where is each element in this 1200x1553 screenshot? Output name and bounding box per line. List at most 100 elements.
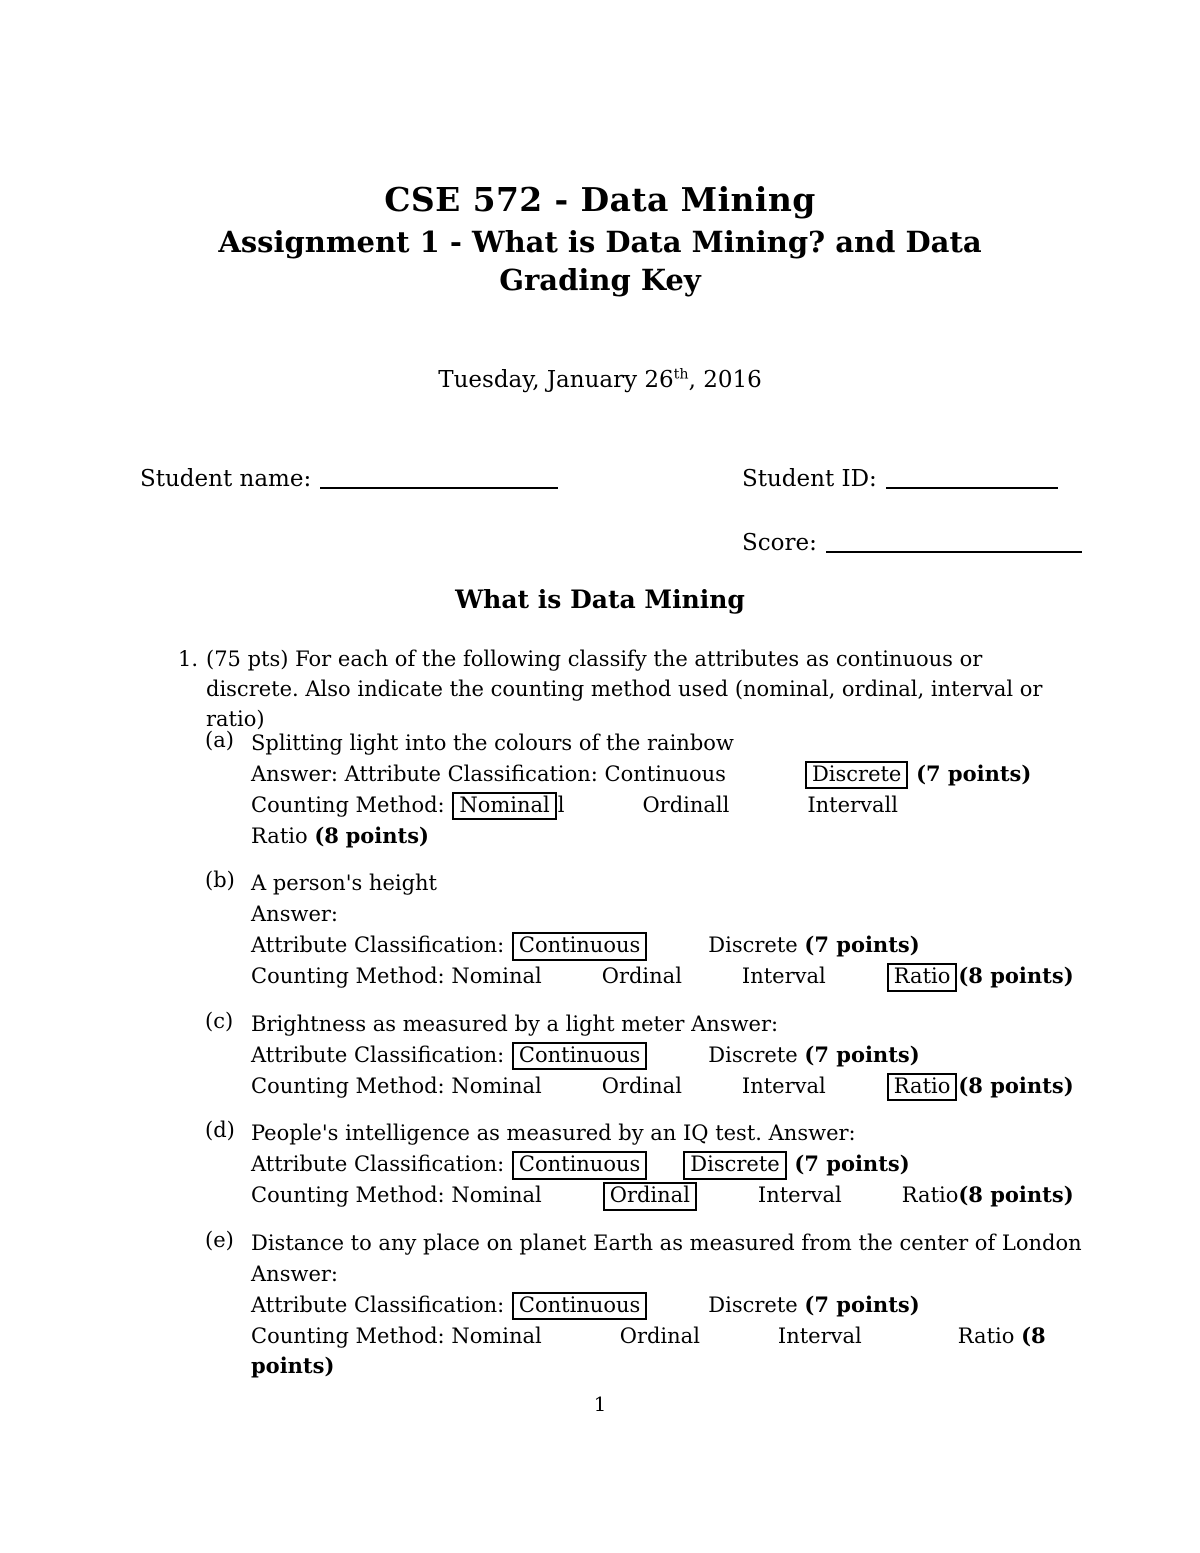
item-d-option-ordinal-selected[interactable]: Ordinal bbox=[602, 1182, 697, 1211]
item-d-counting-row: Counting Method: Nominal Ordinal Interval R… bbox=[251, 1180, 1074, 1211]
student-name-label: Student name: bbox=[140, 466, 312, 492]
page-number: 1 bbox=[593, 1392, 607, 1416]
item-a: (a) Splitting light into the colours of … bbox=[205, 728, 1050, 851]
item-c-option-nominal[interactable]: Nominal bbox=[451, 1074, 541, 1098]
item-c-classification-label: Attribute Classification: bbox=[251, 1042, 505, 1067]
item-a-option-continuous[interactable]: Continuous bbox=[605, 762, 726, 786]
student-name-blank[interactable] bbox=[320, 487, 559, 489]
question-1: 1. (75 pts) For each of the following cl… bbox=[168, 645, 1043, 734]
item-e-label: (e) bbox=[205, 1228, 234, 1253]
student-id-blank[interactable] bbox=[885, 487, 1058, 489]
student-id-field[interactable]: Student ID: bbox=[742, 466, 1058, 492]
item-b-option-discrete[interactable]: Discrete bbox=[708, 933, 797, 957]
item-a-option-ratio[interactable]: Ratio bbox=[251, 824, 308, 848]
assignment-title: Assignment 1 - What is Data Mining? and … bbox=[140, 224, 1060, 299]
item-b-label: (b) bbox=[205, 868, 235, 893]
item-a-prompt: Splitting light into the colours of the … bbox=[251, 731, 734, 755]
question-1-items: (a) Splitting light into the colours of … bbox=[205, 728, 1082, 1399]
item-e: (e) Distance to any place on planet Eart… bbox=[205, 1228, 1082, 1383]
item-a-artifact-3: l bbox=[891, 792, 898, 817]
item-c-option-discrete[interactable]: Discrete bbox=[708, 1043, 797, 1067]
item-b-option-ratio-selected[interactable]: Ratio bbox=[886, 963, 958, 992]
item-d-option-discrete-selected[interactable]: Discrete bbox=[683, 1151, 787, 1180]
student-id-label: Student ID: bbox=[742, 466, 877, 492]
item-a-counting-label: Counting Method: bbox=[251, 792, 445, 817]
item-c-option-ratio-selected[interactable]: Ratio bbox=[886, 1072, 958, 1102]
student-name-field[interactable]: Student name: bbox=[140, 466, 559, 492]
date-ordinal-suffix: th bbox=[673, 366, 689, 383]
item-c-label: (c) bbox=[205, 1008, 234, 1033]
item-b-answer-label: Answer: bbox=[251, 902, 338, 927]
item-d-prompt: People's intelligence as measured by an … bbox=[251, 1121, 856, 1146]
item-d-label: (d) bbox=[205, 1118, 235, 1143]
item-a-option-ordinal[interactable]: Ordinal bbox=[642, 793, 722, 817]
item-b-classification-label: Attribute Classification: bbox=[251, 933, 505, 958]
item-b-option-interval[interactable]: Interval bbox=[742, 964, 826, 988]
item-d-classification-row: Attribute Classification: Continuous Disc… bbox=[251, 1149, 1050, 1180]
item-b-option-continuous-selected[interactable]: Continuous bbox=[511, 932, 648, 961]
item-d-option-interval[interactable]: Interval bbox=[758, 1183, 842, 1207]
item-e-prompt: Distance to any place on planet Earth as… bbox=[251, 1231, 1082, 1256]
item-d-points-7: (7 points) bbox=[794, 1151, 910, 1177]
item-e-counting-label: Counting Method: bbox=[251, 1323, 445, 1348]
score-field[interactable]: Score: bbox=[742, 530, 1082, 556]
item-c-points-7: (7 points) bbox=[804, 1041, 920, 1067]
item-a-option-discrete-selected[interactable]: Discrete bbox=[804, 760, 909, 790]
item-b-points-7: (7 points) bbox=[804, 932, 920, 958]
question-1-number: 1. bbox=[177, 647, 198, 671]
item-a-classification-row: Answer: Attribute Classification: Contin… bbox=[251, 759, 1050, 790]
item-c: (c) Brightness as measured by a light me… bbox=[205, 1008, 1074, 1102]
item-a-counting-row: Counting Method: Nominal l Ordinall Interva… bbox=[251, 790, 1050, 852]
item-c-counting-label: Counting Method: bbox=[251, 1073, 445, 1098]
item-b-option-ordinal[interactable]: Ordinal bbox=[602, 964, 682, 988]
score-blank[interactable] bbox=[825, 551, 1082, 553]
title-block: CSE 572 - Data Mining Assignment 1 - Wha… bbox=[140, 180, 1060, 300]
item-a-label: (a) bbox=[205, 728, 234, 752]
item-d-option-ratio[interactable]: Ratio bbox=[902, 1183, 959, 1207]
item-e-points-8-close: points) bbox=[251, 1353, 335, 1379]
item-d-option-continuous-selected[interactable]: Continuous bbox=[511, 1151, 648, 1180]
item-d-counting-label: Counting Method: bbox=[251, 1183, 445, 1208]
item-c-points-8: (8 points) bbox=[958, 1072, 1074, 1098]
item-c-classification-row: Attribute Classification: Continuous Disc… bbox=[251, 1040, 1050, 1071]
course-title: CSE 572 - Data Mining bbox=[384, 180, 816, 219]
item-e-points-8-open: (8 bbox=[1021, 1322, 1046, 1348]
date-line: Tuesday, January 26th, 2016 bbox=[140, 367, 1060, 393]
item-a-artifact-2: l bbox=[722, 792, 730, 817]
item-e-counting-row: Counting Method: Nominal Ordinal Interval R… bbox=[251, 1321, 1050, 1383]
item-e-option-discrete[interactable]: Discrete bbox=[708, 1293, 797, 1317]
item-d-points-8: (8 points) bbox=[958, 1182, 1074, 1208]
item-a-option-interval[interactable]: Interval bbox=[807, 793, 891, 817]
item-c-option-continuous-selected[interactable]: Continuous bbox=[511, 1041, 648, 1071]
date-year: , 2016 bbox=[688, 367, 762, 393]
item-b: (b) A person's height Answer: Attribute … bbox=[205, 868, 1074, 992]
score-label: Score: bbox=[742, 530, 817, 556]
date-prefix: Tuesday, January 26 bbox=[438, 367, 674, 393]
item-c-option-interval[interactable]: Interval bbox=[742, 1074, 826, 1098]
item-e-option-continuous-selected[interactable]: Continuous bbox=[511, 1291, 648, 1321]
item-e-option-ordinal[interactable]: Ordinal bbox=[620, 1324, 700, 1348]
item-d-option-nominal[interactable]: Nominal bbox=[451, 1183, 541, 1207]
section-heading: What is Data Mining bbox=[455, 585, 745, 614]
item-e-classification-row: Attribute Classification: Continuous Disc… bbox=[251, 1290, 1050, 1321]
item-e-option-ratio[interactable]: Ratio bbox=[958, 1324, 1015, 1348]
item-b-option-nominal[interactable]: Nominal bbox=[451, 964, 541, 988]
question-1-text: (75 pts) For each of the following class… bbox=[206, 647, 1043, 731]
item-e-option-nominal[interactable]: Nominal bbox=[451, 1324, 541, 1348]
item-b-prompt: A person's height bbox=[251, 871, 437, 896]
item-a-points-8-open: (8 bbox=[314, 822, 339, 848]
item-e-points-7: (7 points) bbox=[804, 1291, 920, 1317]
item-b-points-8: (8 points) bbox=[958, 963, 1074, 989]
item-a-points-7: (7 points) bbox=[916, 760, 1032, 786]
document-page: CSE 572 - Data Mining Assignment 1 - Wha… bbox=[0, 0, 1200, 1553]
item-e-option-interval[interactable]: Interval bbox=[778, 1324, 862, 1348]
item-d: (d) People's intelligence as measured by… bbox=[205, 1118, 1074, 1211]
item-a-answer-prefix: Answer: Attribute Classification: bbox=[251, 761, 598, 786]
item-a-artifact-1: l bbox=[557, 792, 565, 817]
assignment-title-line2: Grading Key bbox=[499, 262, 701, 297]
item-b-counting-row: Counting Method: Nominal Ordinal Interval R… bbox=[251, 961, 1074, 992]
item-a-option-nominal-selected[interactable]: Nominal bbox=[452, 791, 557, 821]
item-e-classification-label: Attribute Classification: bbox=[251, 1292, 505, 1317]
item-c-option-ordinal[interactable]: Ordinal bbox=[602, 1074, 682, 1098]
item-e-answer-label: Answer: bbox=[251, 1261, 338, 1286]
